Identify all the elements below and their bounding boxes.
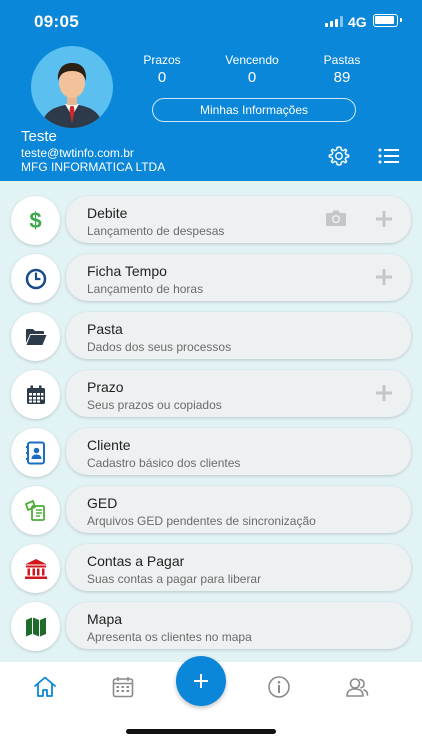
- stat-prazos-value: 0: [157, 69, 167, 86]
- info-icon[interactable]: [267, 675, 291, 699]
- profile-header: 09:05 4G Prazos 0 Vencendo 0 Pastas 89 M…: [0, 0, 422, 181]
- menu-subtitle: Arquivos GED pendentes de sincronização: [87, 514, 316, 528]
- plus-icon[interactable]: [375, 384, 393, 402]
- plus-icon: [194, 674, 208, 688]
- list-icon[interactable]: [378, 147, 400, 165]
- menu-card-prazo[interactable]: Prazo Seus prazos ou copiados: [66, 370, 411, 417]
- calendar-icon: [11, 370, 60, 419]
- folder-icon: [11, 312, 60, 361]
- menu-card-debite[interactable]: Debite Lançamento de despesas: [66, 196, 411, 243]
- menu-item-contas-a-pagar[interactable]: Contas a Pagar Suas contas a pagar para …: [0, 542, 422, 593]
- user-email: teste@twtinfo.com.br: [21, 146, 134, 160]
- menu-item-ficha-tempo[interactable]: Ficha Tempo Lançamento de horas: [0, 252, 422, 303]
- user-name: Teste: [21, 128, 57, 145]
- dollar-icon: $: [11, 196, 60, 245]
- map-icon: [11, 602, 60, 651]
- home-indicator: [126, 729, 276, 734]
- menu-title: Mapa: [87, 611, 123, 627]
- home-icon[interactable]: [33, 675, 57, 699]
- menu-item-mapa[interactable]: Mapa Apresenta os clientes no mapa: [0, 600, 422, 651]
- menu-card-cliente[interactable]: Cliente Cadastro básico dos clientes: [66, 428, 411, 475]
- plus-icon[interactable]: [375, 268, 393, 286]
- menu-card-mapa[interactable]: Mapa Apresenta os clientes no mapa: [66, 602, 411, 649]
- menu-title: Contas a Pagar: [87, 553, 185, 569]
- stat-prazos[interactable]: Prazos 0: [117, 53, 207, 86]
- menu-subtitle: Suas contas a pagar para liberar: [87, 572, 262, 586]
- my-info-button[interactable]: Minhas Informações: [152, 98, 356, 122]
- menu-item-debite[interactable]: $ Debite Lançamento de despesas: [0, 194, 422, 245]
- menu-title: Pasta: [87, 321, 123, 337]
- add-button[interactable]: [176, 656, 226, 706]
- status-bar: 09:05 4G: [0, 0, 422, 44]
- stat-prazos-label: Prazos: [143, 53, 181, 67]
- menu-item-cliente[interactable]: Cliente Cadastro básico dos clientes: [0, 426, 422, 477]
- menu-subtitle: Apresenta os clientes no mapa: [87, 630, 252, 644]
- clock-icon: [11, 254, 60, 303]
- menu-subtitle: Lançamento de horas: [87, 282, 204, 296]
- menu-title: Prazo: [87, 379, 124, 395]
- stat-pastas-label: Pastas: [323, 53, 361, 67]
- menu-card-ged[interactable]: GED Arquivos GED pendentes de sincroniza…: [66, 486, 411, 533]
- user-company: MFG INFORMATICA LTDA: [21, 160, 166, 174]
- status-time: 09:05: [34, 12, 79, 31]
- menu-subtitle: Seus prazos ou copiados: [87, 398, 222, 412]
- stat-vencendo[interactable]: Vencendo 0: [207, 53, 297, 86]
- menu-card-contas-a-pagar[interactable]: Contas a Pagar Suas contas a pagar para …: [66, 544, 411, 591]
- menu-subtitle: Cadastro básico dos clientes: [87, 456, 241, 470]
- camera-icon[interactable]: [325, 209, 347, 227]
- stat-vencendo-label: Vencendo: [225, 53, 279, 67]
- plus-icon[interactable]: [375, 210, 393, 228]
- menu-title: Ficha Tempo: [87, 263, 167, 279]
- stat-pastas[interactable]: Pastas 89: [297, 53, 387, 86]
- stat-pastas-value: 89: [333, 69, 351, 86]
- menu-card-pasta[interactable]: Pasta Dados dos seus processos: [66, 312, 411, 359]
- calendar-icon[interactable]: [111, 675, 135, 699]
- menu-item-ged[interactable]: GED Arquivos GED pendentes de sincroniza…: [0, 484, 422, 535]
- menu-item-pasta[interactable]: Pasta Dados dos seus processos: [0, 310, 422, 361]
- stat-vencendo-value: 0: [247, 69, 257, 86]
- network-label: 4G: [348, 14, 367, 30]
- menu-item-prazo[interactable]: Prazo Seus prazos ou copiados: [0, 368, 422, 419]
- menu-subtitle: Lançamento de despesas: [87, 224, 225, 238]
- documents-icon: [11, 486, 60, 535]
- gear-icon[interactable]: [328, 145, 350, 167]
- contacts-icon: [11, 428, 60, 477]
- menu-title: Cliente: [87, 437, 131, 453]
- users-icon[interactable]: [345, 675, 369, 699]
- bank-icon: [11, 544, 60, 593]
- menu-title: Debite: [87, 205, 128, 221]
- avatar[interactable]: [31, 46, 113, 128]
- signal-icon: [325, 16, 343, 27]
- menu-card-ficha-tempo[interactable]: Ficha Tempo Lançamento de horas: [66, 254, 411, 301]
- menu-title: GED: [87, 495, 118, 511]
- menu-subtitle: Dados dos seus processos: [87, 340, 232, 354]
- battery-icon: [373, 14, 402, 27]
